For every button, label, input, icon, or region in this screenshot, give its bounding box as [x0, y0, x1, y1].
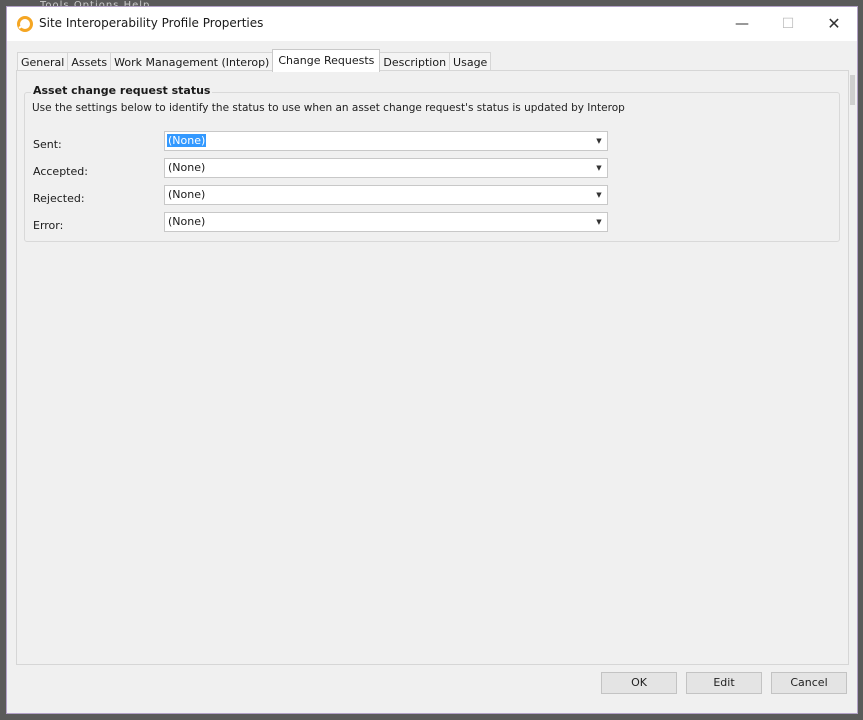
error-status-dropdown[interactable]: (None) ▼ — [164, 212, 608, 232]
minimize-button[interactable]: — — [719, 7, 765, 41]
chevron-down-icon[interactable]: ▼ — [591, 186, 607, 204]
tab-work-management[interactable]: Work Management (Interop) — [110, 52, 274, 72]
maximize-button[interactable]: ☐ — [765, 7, 811, 41]
sent-status-dropdown[interactable]: (None) ▼ — [164, 131, 608, 151]
scrollbar-thumb[interactable] — [850, 75, 855, 105]
cancel-button[interactable]: Cancel — [771, 672, 847, 694]
properties-dialog: Site Interoperability Profile Properties… — [6, 6, 858, 714]
window-title: Site Interoperability Profile Properties — [39, 16, 264, 30]
title-bar: Site Interoperability Profile Properties… — [7, 7, 857, 41]
tab-strip: General Assets Work Management (Interop) Ch… — [17, 49, 492, 72]
accepted-label: Accepted: — [33, 165, 88, 178]
chevron-down-icon[interactable]: ▼ — [591, 159, 607, 177]
app-logo-icon — [17, 16, 33, 32]
ok-button[interactable]: OK — [601, 672, 677, 694]
tab-change-requests[interactable]: Change Requests — [272, 49, 381, 72]
chevron-down-icon[interactable]: ▼ — [591, 213, 607, 231]
rejected-label: Rejected: — [33, 192, 85, 205]
error-label: Error: — [33, 219, 64, 232]
sent-label: Sent: — [33, 138, 62, 151]
tab-assets[interactable]: Assets — [67, 52, 112, 72]
close-button[interactable]: ✕ — [811, 7, 857, 41]
chevron-down-icon[interactable]: ▼ — [591, 132, 607, 150]
asset-change-request-status-group: Asset change request status Use the sett… — [24, 84, 840, 242]
accepted-status-value: (None) — [168, 161, 206, 174]
group-description: Use the settings below to identify the s… — [32, 102, 625, 114]
rejected-status-dropdown[interactable]: (None) ▼ — [164, 185, 608, 205]
tab-description[interactable]: Description — [379, 52, 451, 72]
change-requests-panel: Asset change request status Use the sett… — [16, 70, 849, 665]
edit-button[interactable]: Edit — [686, 672, 762, 694]
accepted-status-dropdown[interactable]: (None) ▼ — [164, 158, 608, 178]
group-title: Asset change request status — [31, 84, 213, 97]
sent-status-value: (None) — [167, 134, 207, 147]
error-status-value: (None) — [168, 215, 206, 228]
tab-usage[interactable]: Usage — [449, 52, 492, 72]
tab-general[interactable]: General — [17, 52, 69, 72]
rejected-status-value: (None) — [168, 188, 206, 201]
